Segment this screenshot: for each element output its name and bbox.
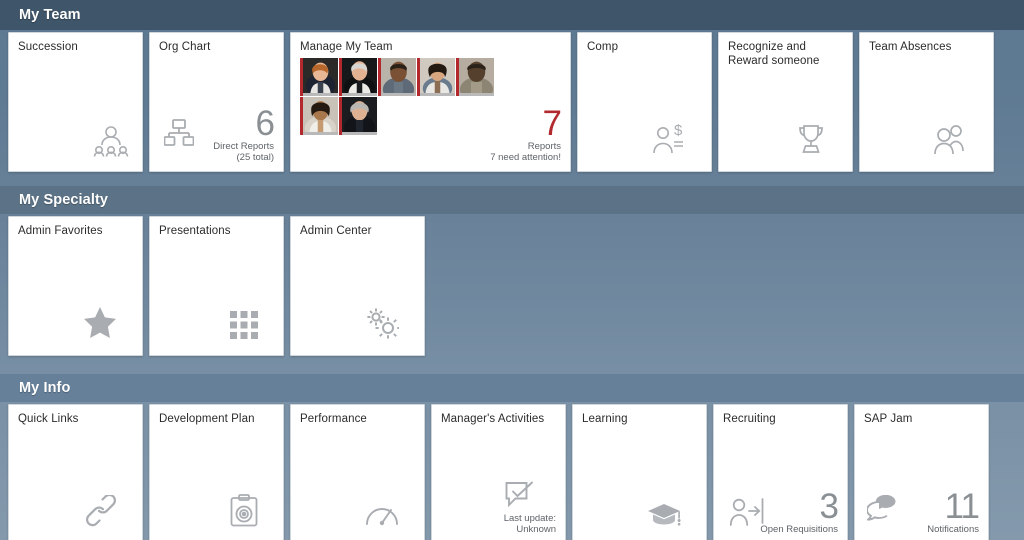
kpi-caption: Reports 7 need attention! (490, 141, 561, 163)
tile-recognize-reward[interactable]: Recognize and Reward someone (718, 32, 853, 172)
avatar[interactable] (300, 58, 338, 96)
section-title: My Team (19, 7, 81, 23)
tile-title: Admin Favorites (18, 225, 103, 237)
tile-title: Comp (587, 41, 619, 53)
avatar[interactable] (456, 58, 494, 96)
tile-team-absences[interactable]: Team Absences (859, 32, 994, 172)
tile-performance[interactable]: Performance (290, 404, 425, 540)
tile-caption: Last update: Unknown (503, 513, 556, 535)
tile-development-plan[interactable]: Development Plan (149, 404, 284, 540)
tile-succession[interactable]: Succession (8, 32, 143, 172)
tile-recruiting[interactable]: Recruiting 3 Open Requisitions (713, 404, 848, 540)
tile-manage-my-team[interactable]: Manage My Team 7 Reports 7 need attentio… (290, 32, 571, 172)
tile-sap-jam[interactable]: SAP Jam 11 Notifications (854, 404, 989, 540)
person-arrow-door-icon (730, 497, 764, 527)
tile-row-my-specialty: Admin Favorites Presentations Admin Cent… (0, 214, 1024, 356)
tile-comp[interactable]: Comp $ (577, 32, 712, 172)
tile-title: Manager's Activities (441, 413, 545, 425)
speedometer-icon (365, 501, 399, 527)
tile-title: Recruiting (723, 413, 776, 425)
kpi-number: 7 (542, 104, 562, 143)
trophy-icon (795, 123, 827, 155)
kpi-block: 3 Open Requisitions (760, 487, 839, 535)
tile-title: Admin Center (300, 225, 372, 237)
avatar[interactable] (339, 58, 377, 96)
tile-title: Learning (582, 413, 628, 425)
kpi-block: 7 Reports 7 need attention! (490, 104, 562, 163)
section-title: My Specialty (19, 192, 109, 208)
avatar[interactable] (417, 58, 455, 96)
tile-org-chart[interactable]: Org Chart 6 Direct Reports (25 total) (149, 32, 284, 172)
graduation-cap-icon (647, 503, 681, 527)
grid-tiles-icon (230, 311, 258, 339)
kpi-number: 3 (819, 487, 839, 526)
kpi-block: 6 Direct Reports (25 total) (213, 104, 275, 163)
tile-title: Performance (300, 413, 367, 425)
tile-title: Team Absences (869, 41, 952, 53)
section-header-my-specialty: My Specialty (0, 186, 1024, 214)
two-people-icon (932, 123, 968, 155)
avatar[interactable] (378, 58, 416, 96)
gears-icon (365, 307, 399, 339)
clipboard-target-icon (230, 494, 258, 527)
avatar[interactable] (300, 97, 338, 135)
tile-title: Succession (18, 41, 78, 53)
tile-title: Manage My Team (300, 41, 393, 53)
kpi-caption: Open Requisitions (760, 524, 838, 535)
tile-admin-favorites[interactable]: Admin Favorites (8, 216, 143, 356)
section-title: My Info (19, 380, 71, 396)
person-dollar-icon: $ (652, 123, 686, 155)
kpi-block: 11 Notifications (927, 487, 980, 535)
team-avatar-grid (300, 58, 494, 135)
kpi-caption: Notifications (927, 524, 979, 535)
chat-bubbles-icon (867, 495, 901, 521)
section-header-my-info: My Info (0, 374, 1024, 402)
person-group-succession-icon (93, 125, 129, 157)
tile-presentations[interactable]: Presentations (149, 216, 284, 356)
section-header-my-team: My Team (0, 0, 1024, 30)
tile-title: Org Chart (159, 41, 211, 53)
tile-row-my-team: Succession Org Chart 6 Direct Reports (2 (0, 30, 1024, 172)
tile-title: Quick Links (18, 413, 79, 425)
org-chart-icon (164, 119, 194, 147)
tile-title: Recognize and Reward someone (728, 41, 820, 67)
checked-speech-bubble-icon (505, 481, 535, 509)
avatar[interactable] (339, 97, 377, 135)
tile-learning[interactable]: Learning (572, 404, 707, 540)
tile-quick-links[interactable]: Quick Links (8, 404, 143, 540)
svg-text:$: $ (674, 123, 683, 139)
tile-row-my-info: Quick Links Development Plan Performance (0, 402, 1024, 540)
tile-title: Presentations (159, 225, 231, 237)
tile-managers-activities[interactable]: Manager's Activities Last update: Unknow… (431, 404, 566, 540)
tile-admin-center[interactable]: Admin Center (290, 216, 425, 356)
tile-title: SAP Jam (864, 413, 913, 425)
kpi-number: 11 (944, 487, 980, 526)
tile-title: Development Plan (159, 413, 255, 425)
kpi-caption: Direct Reports (25 total) (213, 141, 274, 163)
kpi-number: 6 (255, 104, 275, 143)
star-icon (83, 306, 117, 339)
link-chain-icon (85, 495, 117, 527)
